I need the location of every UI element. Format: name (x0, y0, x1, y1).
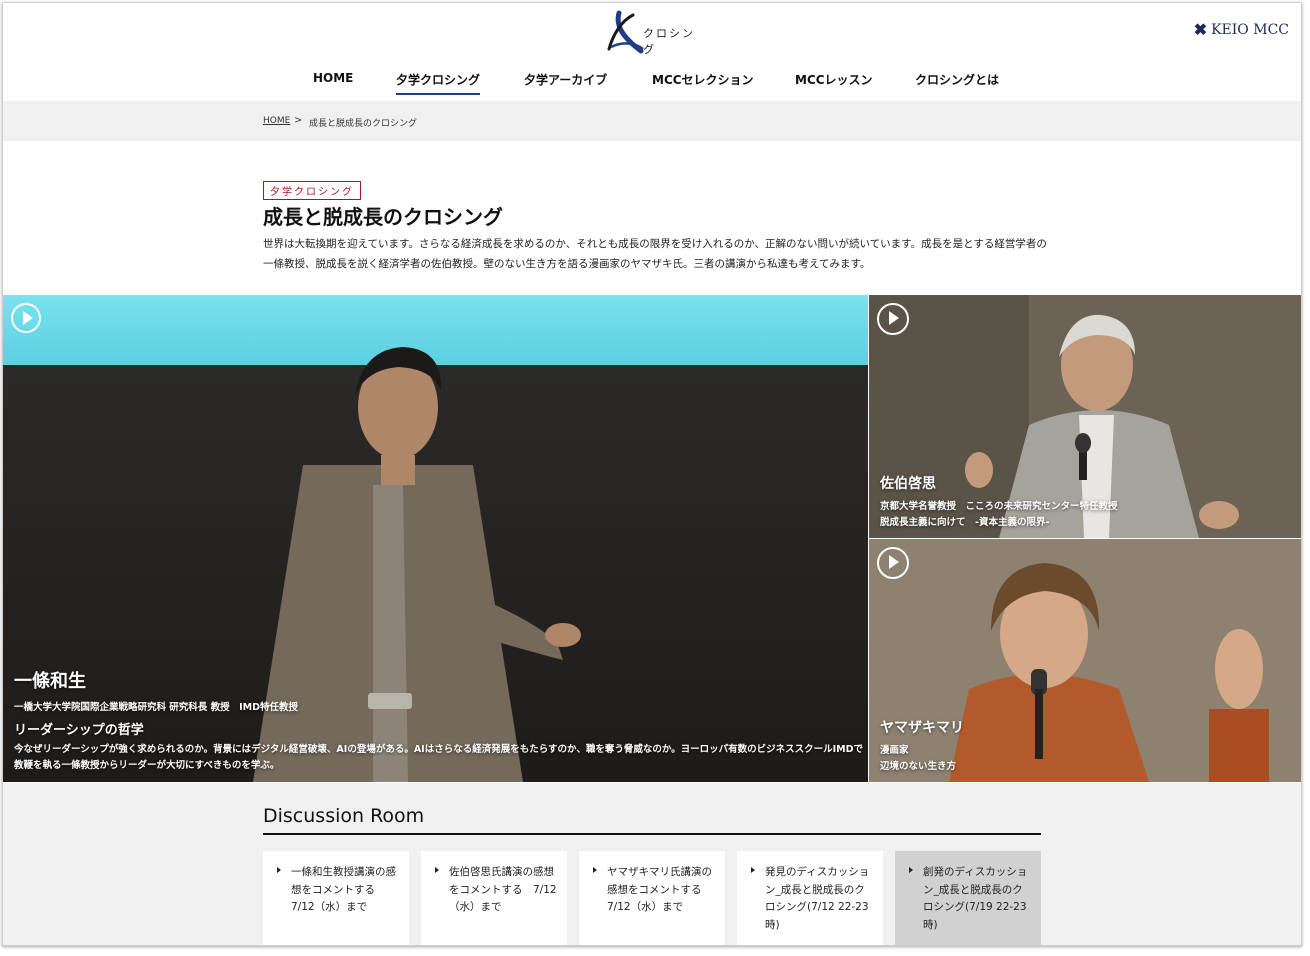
discussion-card-label: ヤマザキマリ氏講演の感想をコメントする 7/12（水）まで (607, 866, 712, 913)
discussion-title: Discussion Room (263, 805, 425, 827)
discussion-card-label: 創発のディスカッション_成長と脱成長のクロシング(7/19 22-23時) (923, 866, 1028, 931)
category-tag: 夕学クロシング (263, 181, 361, 200)
discussion-card-label: 一條和生教授講演の感想をコメントする 7/12（水）まで (291, 866, 396, 913)
video-tile-saeki[interactable]: 佐伯啓思 京都大学名誉教授 こころの未来研究センター特任教授 脱成長主義に向けて… (869, 295, 1301, 538)
nav-mcc-lesson[interactable]: MCCレッスン (795, 71, 873, 88)
ichijo-caption: 一條和生 一橋大学大学院国際企業戦略研究科 研究科長 教授 IMD特任教授 リー… (14, 667, 864, 774)
video-tile-ichijo[interactable]: 一條和生 一橋大学大学院国際企業戦略研究科 研究科長 教授 IMD特任教授 リー… (3, 295, 868, 782)
talk-title: リーダーシップの哲学 (14, 723, 144, 738)
speaker-name: 佐伯啓思 (880, 476, 936, 492)
speaker-name: 一條和生 (14, 671, 86, 692)
bullet-arrow-icon (593, 867, 597, 873)
page-title: 成長と脱成長のクロシング (263, 205, 503, 229)
breadcrumb-current: 成長と脱成長のクロシング (309, 119, 418, 129)
speaker-role: 一橋大学大学院国際企業戦略研究科 研究科長 教授 IMD特任教授 (14, 702, 298, 713)
speaker-name: ヤマザキマリ (880, 720, 964, 736)
video-tile-yamazaki[interactable]: ヤマザキマリ 漫画家 辺境のない生き方 (869, 539, 1301, 782)
talk-description: 今なぜリーダーシップが強く求められるのか。背景にはデジタル経営破壊、AIの登場が… (14, 744, 864, 771)
brand-label: KEIO MCC (1211, 21, 1289, 38)
play-icon[interactable] (877, 303, 909, 335)
discussion-card[interactable]: 佐伯啓思氏講演の感想をコメントする 7/12（水）まで (421, 851, 567, 945)
site-logo[interactable]: クロシング (607, 7, 707, 56)
discussion-card-label: 発見のディスカッション_成長と脱成長のクロシング(7/12 22-23時) (765, 866, 870, 931)
bullet-arrow-icon (909, 867, 913, 873)
discussion-card-label: 佐伯啓思氏講演の感想をコメントする 7/12（水）まで (449, 866, 557, 913)
bullet-arrow-icon (277, 867, 281, 873)
site-header: クロシング ✖ KEIO MCC HOME 夕学クロシング 夕学アーカイブ MC… (3, 3, 1301, 101)
discussion-divider (263, 833, 1041, 835)
logo-text: クロシング (643, 27, 695, 56)
discussion-room: Discussion Room 一條和生教授講演の感想をコメントする 7/12（… (3, 783, 1301, 945)
nav-home[interactable]: HOME (313, 71, 353, 85)
saeki-caption: 佐伯啓思 京都大学名誉教授 こころの未来研究センター特任教授 脱成長主義に向けて… (880, 473, 1118, 531)
speaker-role: 京都大学名誉教授 こころの未来研究センター特任教授 (880, 501, 1118, 512)
play-icon[interactable] (877, 547, 909, 579)
nav-sekigaku-archive[interactable]: 夕学アーカイブ (524, 71, 607, 88)
breadcrumb-home-link[interactable]: HOME (263, 116, 290, 126)
play-icon[interactable] (11, 303, 41, 333)
discussion-card[interactable]: 発見のディスカッション_成長と脱成長のクロシング(7/12 22-23時) (737, 851, 883, 945)
keio-mcc-brand[interactable]: ✖ KEIO MCC (1194, 20, 1289, 39)
breadcrumb: HOME > 成長と脱成長のクロシング (3, 101, 1301, 141)
breadcrumb-separator: > (294, 115, 303, 126)
main-nav: HOME 夕学クロシング 夕学アーカイブ MCCセレクション MCCレッスン ク… (3, 67, 1301, 101)
speaker-role: 漫画家 (880, 745, 909, 756)
bullet-arrow-icon (751, 867, 755, 873)
browser-page: クロシング ✖ KEIO MCC HOME 夕学クロシング 夕学アーカイブ MC… (2, 2, 1302, 946)
intro-description: 世界は大転換期を迎えています。さらなる経済成長を求めるのか、それとも成長の限界を… (263, 238, 1047, 270)
talk-title: 辺境のない生き方 (880, 761, 957, 772)
discussion-card[interactable]: 創発のディスカッション_成長と脱成長のクロシング(7/19 22-23時) (895, 851, 1041, 945)
discussion-card[interactable]: 一條和生教授講演の感想をコメントする 7/12（水）まで (263, 851, 409, 945)
talk-title: 脱成長主義に向けて -資本主義の限界- (880, 517, 1050, 528)
nav-sekigaku-crossing[interactable]: 夕学クロシング (396, 71, 481, 95)
yamazaki-caption: ヤマザキマリ 漫画家 辺境のない生き方 (880, 717, 964, 775)
nav-about-crossing[interactable]: クロシングとは (915, 71, 999, 88)
discussion-card[interactable]: ヤマザキマリ氏講演の感想をコメントする 7/12（水）まで (579, 851, 725, 945)
nav-mcc-selection[interactable]: MCCセレクション (652, 71, 754, 88)
bullet-arrow-icon (435, 867, 439, 873)
keio-x-icon: ✖ (1193, 20, 1208, 39)
